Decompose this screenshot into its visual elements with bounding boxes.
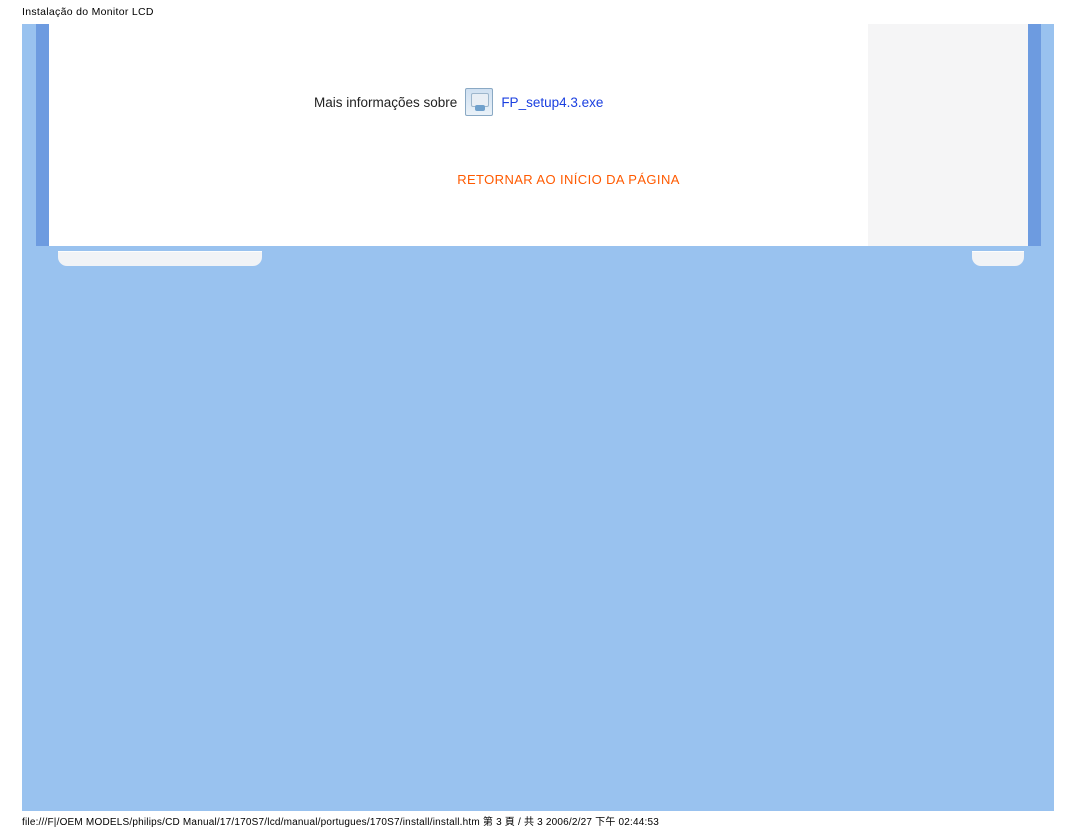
right-rail	[1028, 24, 1041, 246]
back-to-top-link[interactable]: RETORNAR AO INÍCIO DA PÁGINA	[269, 172, 868, 187]
bottom-cap-right	[972, 251, 1024, 266]
main-panel: Mais informações sobre FP_setup4.3.exe R…	[269, 24, 868, 246]
footer-filepath: file:///F|/OEM MODELS/philips/CD Manual/…	[22, 813, 659, 828]
info-prefix-text: Mais informações sobre	[314, 95, 457, 110]
sidebar-panel	[49, 24, 269, 246]
exe-file-link[interactable]: FP_setup4.3.exe	[501, 95, 603, 110]
right-panel	[868, 24, 1028, 246]
left-rail	[36, 24, 49, 246]
info-line: Mais informações sobre FP_setup4.3.exe	[314, 88, 603, 116]
page-title: Instalação do Monitor LCD	[22, 6, 154, 18]
exe-file-icon	[465, 88, 493, 116]
bottom-cap-left	[58, 251, 262, 266]
